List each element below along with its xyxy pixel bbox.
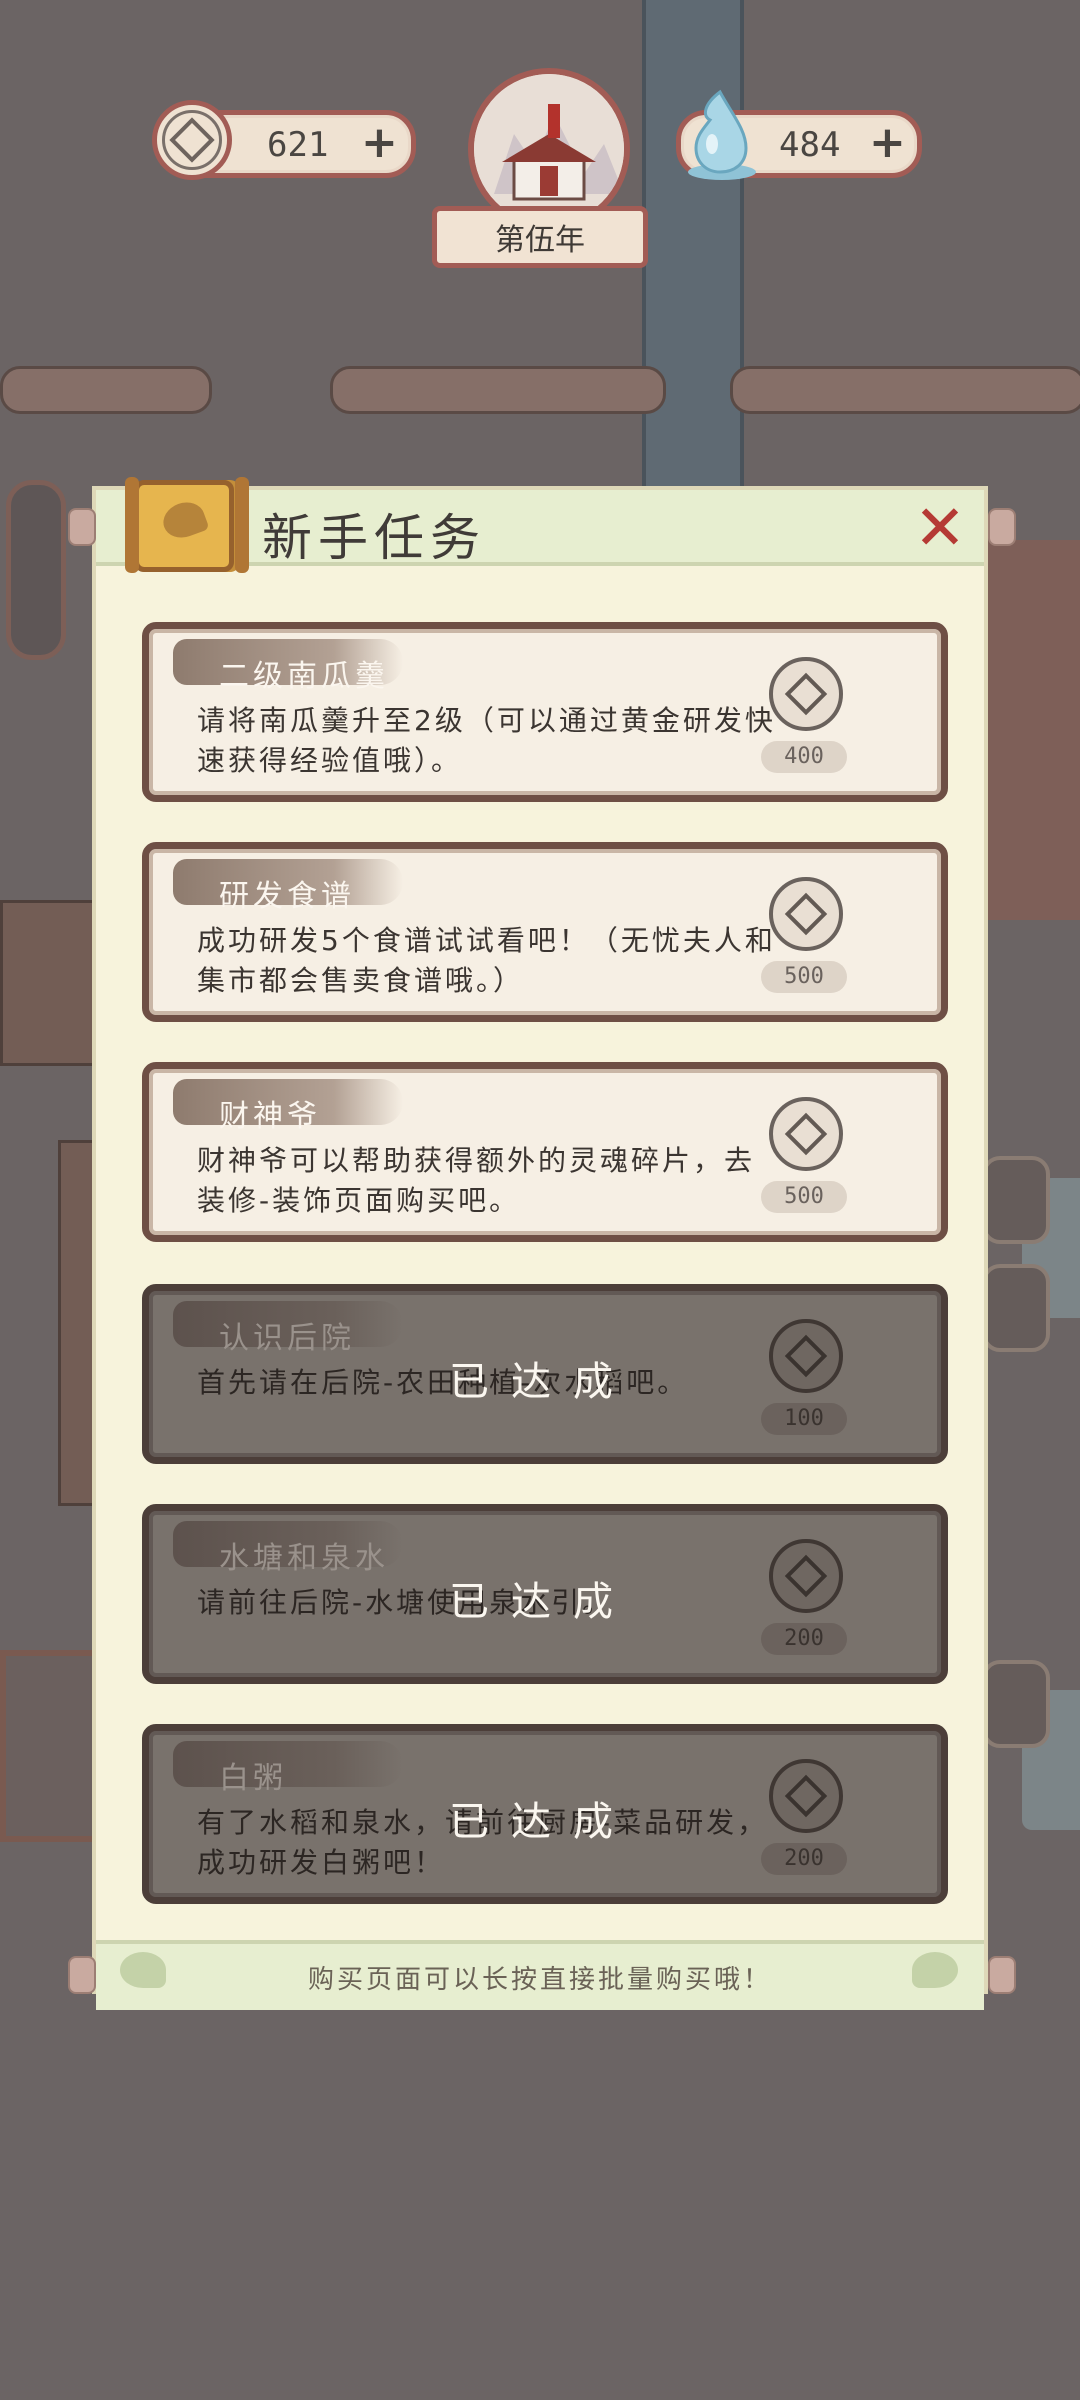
wooden-beam [330, 366, 666, 414]
scroll-rod-left [68, 1956, 96, 1994]
scroll-rod-right [988, 508, 1016, 546]
tip-text: 购买页面可以长按直接批量购买哦！ [307, 1964, 772, 1995]
task-name-tag: 白粥 [173, 1741, 403, 1796]
task-card-completed[interactable]: 白粥 有了水稻和泉水，请前往厨房-菜品研发，成功研发白粥吧！ 200 已达成 [142, 1724, 948, 1904]
reward-coin-icon [769, 877, 843, 951]
coin-count: 621 [267, 125, 329, 165]
completed-status: 已达成 [449, 1579, 635, 1625]
reward-coin-icon [769, 1539, 843, 1613]
task-name: 认识后院 [219, 1321, 355, 1356]
cabinet [0, 900, 106, 1066]
coin-icon [152, 100, 232, 180]
add-coins-button[interactable]: + [361, 121, 398, 165]
reward-amount: 500 [761, 1181, 847, 1213]
task-card-completed[interactable]: 认识后院 首先请在后院-农田种植-次水稻吧。 100 已达成 [142, 1284, 948, 1464]
add-spirit-button[interactable]: + [869, 121, 906, 165]
task-description: 请将南瓜羹升至2级（可以通过黄金研发快速获得经验值哦）。 [197, 704, 776, 777]
wooden-beam [0, 366, 212, 414]
reward-amount: 400 [761, 741, 847, 773]
task-name: 财神爷 [219, 1099, 321, 1134]
reward-coin-icon [769, 657, 843, 731]
task-description: 成功研发5个食谱试试看吧！（无忧夫人和集市都会售卖食谱哦。） [197, 924, 776, 997]
scroll-rod-left [68, 508, 96, 546]
task-name-tag: 研发食谱 [173, 859, 403, 914]
task-card: 研发食谱 成功研发5个食谱试试看吧！（无忧夫人和集市都会售卖食谱哦。） 500 [142, 842, 948, 1022]
reward-amount: 200 [761, 1623, 847, 1655]
scroll-icon [125, 477, 249, 573]
task-name-tag: 财神爷 [173, 1079, 403, 1134]
task-name-tag: 二级南瓜羹 [173, 639, 403, 694]
ginkgo-leaf-icon [120, 1952, 166, 1988]
close-icon[interactable]: ✕ [912, 497, 968, 559]
curtain [980, 540, 1080, 920]
tip-bar: 购买页面可以长按直接批量购买哦！ [96, 1940, 984, 2010]
task-card: 二级南瓜羹 请将南瓜羹升至2级（可以通过黄金研发快速获得经验值哦）。 400 [142, 622, 948, 802]
water-drop-icon [680, 86, 760, 186]
reward-coin-icon [769, 1319, 843, 1393]
easel-painting [0, 1650, 108, 1842]
task-card: 财神爷 财神爷可以帮助获得额外的灵魂碎片，去装修-装饰页面购买吧。 500 [142, 1062, 948, 1242]
task-card-completed[interactable]: 水塘和泉水 请前往后院-水塘使用泉水引。 200 已达成 [142, 1504, 948, 1684]
task-name: 二级南瓜羹 [219, 659, 389, 694]
task-name: 水塘和泉水 [219, 1541, 389, 1576]
task-name-tag: 水塘和泉水 [173, 1521, 403, 1576]
barrel [982, 1156, 1050, 1244]
wall-frame [6, 480, 66, 660]
ginkgo-leaf-icon [912, 1952, 958, 1988]
task-name-tag: 认识后院 [173, 1301, 403, 1356]
task-name: 白粥 [219, 1761, 287, 1796]
spirit-count: 484 [779, 125, 841, 165]
reward-amount: 100 [761, 1403, 847, 1435]
completed-status: 已达成 [449, 1799, 635, 1845]
wooden-beam [730, 366, 1080, 414]
panel-title: 新手任务 [262, 509, 486, 567]
task-description: 财神爷可以帮助获得额外的灵魂碎片，去装修-装饰页面购买吧。 [197, 1144, 756, 1217]
barrel [982, 1660, 1050, 1748]
completed-status: 已达成 [449, 1359, 635, 1405]
reward-coin-icon [769, 1759, 843, 1833]
reward-amount: 500 [761, 961, 847, 993]
task-name: 研发食谱 [219, 879, 355, 914]
wooden-pillar [642, 0, 744, 490]
barrel [982, 1264, 1050, 1352]
reward-coin-icon [769, 1097, 843, 1171]
scroll-rod-right [988, 1956, 1016, 1994]
reward-amount: 200 [761, 1843, 847, 1875]
year-label: 第伍年 [432, 206, 648, 268]
